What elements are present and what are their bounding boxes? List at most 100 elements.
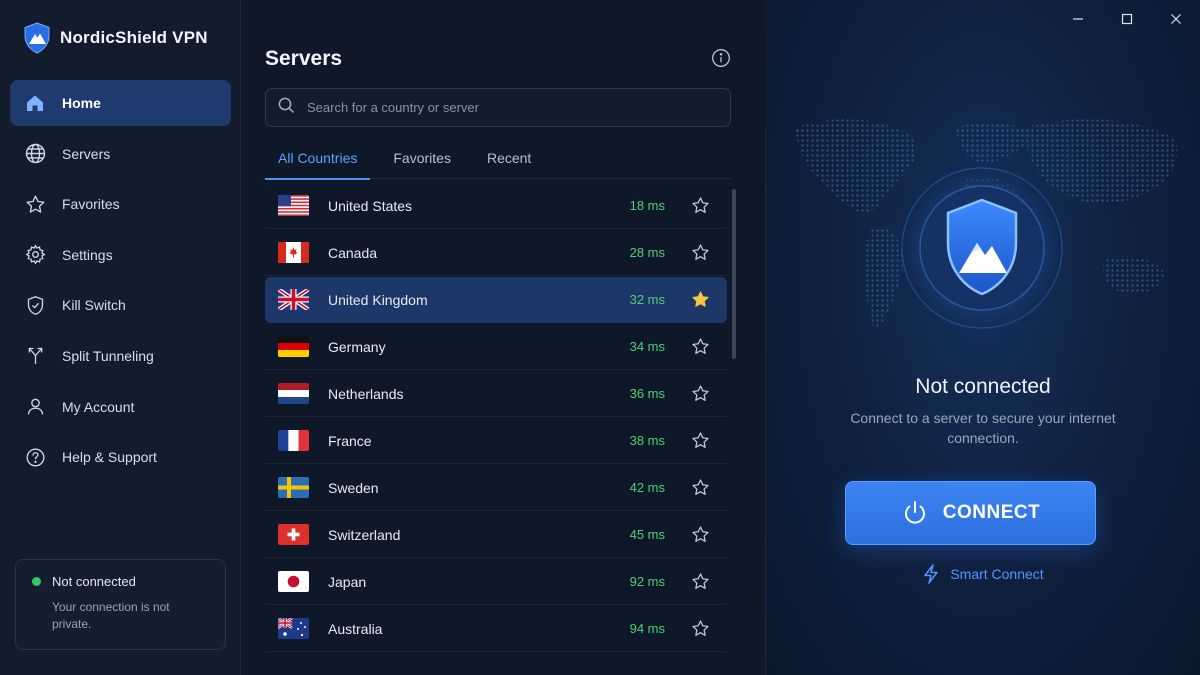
panel-divider: [765, 128, 766, 675]
favorite-star-icon[interactable]: [689, 524, 711, 546]
sidebar-item-label: Servers: [62, 145, 111, 162]
sidebar-item-label: Split Tunneling: [62, 347, 154, 364]
country-name: Japan: [328, 573, 367, 590]
server-row-united-kingdom[interactable]: United Kingdom 32 ms: [265, 277, 727, 323]
smart-connect-label: Smart Connect: [950, 566, 1044, 582]
smart-connect-link[interactable]: Smart Connect: [765, 564, 1200, 584]
server-row-france[interactable]: France 38 ms: [265, 418, 727, 464]
au-flag-icon: [278, 618, 309, 639]
country-name: Sweden: [328, 479, 379, 496]
sidebar-item-kill-switch[interactable]: Kill Switch: [10, 282, 231, 328]
search-box[interactable]: [265, 88, 731, 127]
ping-value: 94 ms: [629, 621, 665, 636]
sidebar-item-help-support[interactable]: Help & Support: [10, 434, 231, 480]
server-row-united-states[interactable]: United States 18 ms: [265, 183, 727, 229]
ping-value: 36 ms: [629, 386, 665, 401]
connect-button[interactable]: CONNECT: [845, 481, 1096, 545]
server-row-canada[interactable]: Canada 28 ms: [265, 230, 727, 276]
sidebar-item-label: Home: [62, 95, 101, 111]
sidebar-item-label: Kill Switch: [62, 297, 126, 314]
tab-recent[interactable]: Recent: [474, 140, 544, 179]
close-icon: [1170, 14, 1181, 24]
ping-value: 42 ms: [629, 480, 665, 495]
servers-panel: Servers All Countries Favorites Recent: [241, 0, 765, 675]
minimize-icon: [1072, 18, 1083, 20]
server-list-scrollbar[interactable]: [732, 189, 736, 359]
status-dot: [32, 577, 41, 586]
split-icon: [24, 345, 46, 367]
sidebar-item-label: My Account: [62, 398, 135, 415]
maximize-icon: [1121, 13, 1132, 25]
favorite-star-icon[interactable]: [689, 618, 711, 640]
page-title: Servers: [265, 47, 343, 70]
se-flag-icon: [278, 477, 309, 498]
nl-flag-icon: [278, 383, 309, 404]
favorite-star-icon[interactable]: [689, 242, 711, 264]
server-list: United States 18 ms Canada 28 ms United …: [265, 183, 727, 653]
shield-logo-icon: [24, 22, 50, 54]
server-row-australia[interactable]: Australia 94 ms: [265, 606, 727, 652]
sidebar: NordicShield VPN Home Servers Favorites: [0, 0, 241, 675]
shield-check-icon: [24, 294, 46, 316]
ch-flag-icon: [278, 524, 309, 545]
globe-icon: [24, 143, 46, 165]
country-name: France: [328, 432, 372, 449]
tab-all-countries[interactable]: All Countries: [265, 140, 371, 180]
sidebar-item-home[interactable]: Home: [10, 80, 231, 126]
sidebar-nav: Home Servers Favorites Settings Kill Swi…: [10, 80, 231, 485]
ping-value: 92 ms: [629, 574, 665, 589]
server-tabs: All Countries Favorites Recent: [265, 140, 731, 180]
maximize-button[interactable]: [1102, 0, 1151, 38]
sidebar-item-label: Help & Support: [62, 449, 157, 466]
user-icon: [24, 396, 46, 418]
info-icon[interactable]: [711, 48, 731, 68]
connection-status-description: Connect to a server to secure your inter…: [850, 410, 1116, 446]
sidebar-item-my-account[interactable]: My Account: [10, 384, 231, 430]
brand: NordicShield VPN: [24, 22, 208, 54]
lightning-icon: [924, 564, 939, 584]
sidebar-item-servers[interactable]: Servers: [10, 131, 231, 177]
gb-flag-icon: [278, 289, 309, 310]
shield-emblem-icon: [892, 158, 1072, 338]
ping-value: 45 ms: [629, 527, 665, 542]
fr-flag-icon: [278, 430, 309, 451]
ping-value: 38 ms: [629, 433, 665, 448]
server-row-switzerland[interactable]: Switzerland 45 ms: [265, 512, 727, 558]
server-row-germany[interactable]: Germany 34 ms: [265, 324, 727, 370]
favorite-star-icon[interactable]: [689, 336, 711, 358]
country-name: Switzerland: [328, 526, 401, 543]
connection-status-title: Not connected: [915, 375, 1051, 398]
jp-flag-icon: [278, 571, 309, 592]
us-flag-icon: [278, 195, 309, 216]
ping-value: 34 ms: [629, 339, 665, 354]
ca-flag-icon: [278, 242, 309, 263]
ping-value: 18 ms: [629, 198, 665, 213]
server-row-sweden[interactable]: Sweden 42 ms: [265, 465, 727, 511]
app-name: NordicShield VPN: [60, 28, 208, 47]
tab-favorites[interactable]: Favorites: [380, 140, 464, 179]
favorite-star-icon[interactable]: [689, 477, 711, 499]
country-name: Canada: [328, 244, 378, 261]
sidebar-item-favorites[interactable]: Favorites: [10, 181, 231, 227]
connection-status-card: Not connected Your connection is not pri…: [15, 559, 226, 650]
favorite-star-icon[interactable]: [689, 571, 711, 593]
minimize-button[interactable]: [1053, 0, 1102, 38]
server-row-japan[interactable]: Japan 92 ms: [265, 559, 727, 605]
sidebar-item-settings[interactable]: Settings: [10, 232, 231, 278]
de-flag-icon: [278, 336, 309, 357]
star-icon: [24, 193, 46, 215]
sidebar-item-split-tunneling[interactable]: Split Tunneling: [10, 333, 231, 379]
favorite-star-icon[interactable]: [689, 195, 711, 217]
ping-value: 28 ms: [629, 245, 665, 260]
favorite-star-icon[interactable]: [689, 383, 711, 405]
favorite-star-filled-icon[interactable]: [689, 289, 711, 311]
home-icon: [24, 92, 46, 114]
search-input[interactable]: [307, 100, 707, 115]
favorite-star-icon[interactable]: [689, 430, 711, 452]
connect-button-label: CONNECT: [942, 502, 1041, 523]
server-row-netherlands[interactable]: Netherlands 36 ms: [265, 371, 727, 417]
close-button[interactable]: [1151, 0, 1200, 38]
status-description: Your connection is not private.: [52, 600, 170, 631]
search-icon: [278, 97, 295, 119]
app-window: NordicShield VPN Home Servers Favorites: [0, 0, 1200, 675]
